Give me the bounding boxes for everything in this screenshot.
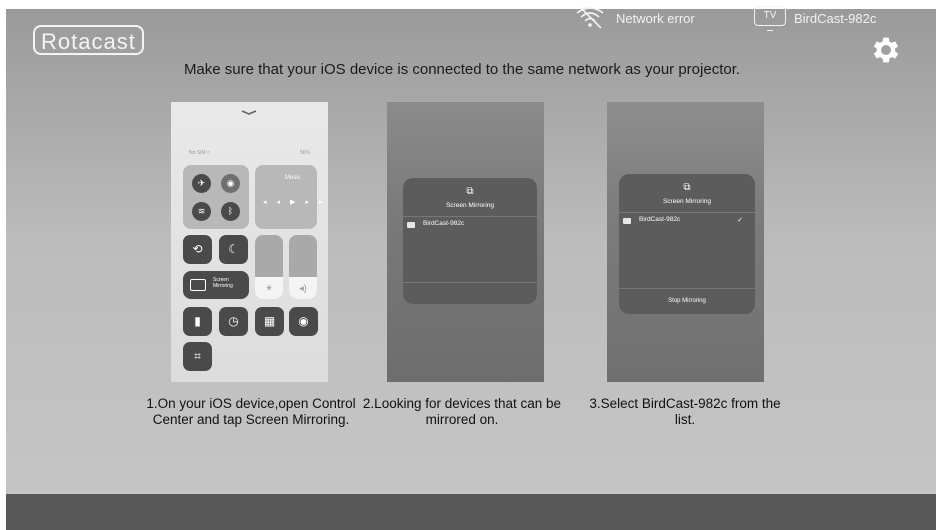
app-logo: Rotacast xyxy=(33,25,144,55)
chevron-down-icon xyxy=(241,110,257,115)
step1-screenshot: No SIM ≈ 56% ✈ ◉ ≋ ᛒ Music ◂◂▶▸▸ ⟲ ☾ ☀ ◂… xyxy=(171,102,328,382)
mirroring-popup: ⧉ Screen Mirroring BirdCast-982c ✓ Stop … xyxy=(619,174,755,314)
stop-mirroring-label: Stop Mirroring xyxy=(668,298,706,304)
music-tile: Music ◂◂▶▸▸ xyxy=(255,165,322,229)
screen-mirroring-tile: Screen Mirroring xyxy=(183,271,249,299)
status-carrier: No SIM ≈ xyxy=(189,150,210,156)
appletv-icon xyxy=(407,222,415,228)
wifi-icon: ≋ xyxy=(192,202,211,221)
step1-caption: 1.On your iOS device,open Control Center… xyxy=(146,396,356,427)
mirroring-icon xyxy=(190,279,206,291)
moon-icon: ☾ xyxy=(219,235,248,264)
appletv-icon xyxy=(623,218,631,224)
wifi-off-icon xyxy=(576,6,604,29)
step2-screenshot: ⧉ Screen Mirroring BirdCast-982c xyxy=(387,102,544,382)
popup-title: Screen Mirroring xyxy=(662,198,712,205)
step3-caption: 3.Select BirdCast-982c from the list. xyxy=(589,396,781,427)
popup-divider xyxy=(619,288,755,290)
connectivity-tile: ✈ ◉ ≋ ᛒ xyxy=(183,165,249,229)
status-bar xyxy=(6,494,936,530)
mirroring-label: Screen Mirroring xyxy=(213,277,233,289)
timer-icon: ◷ xyxy=(219,307,248,336)
popup-divider xyxy=(403,282,537,284)
speaker-icon: ◂) xyxy=(289,277,317,299)
device-row-selected: BirdCast-982c ✓ xyxy=(619,212,755,231)
brightness-slider: ☀ xyxy=(255,235,283,299)
tv-icon: TV xyxy=(754,6,786,31)
cellular-icon: ◉ xyxy=(221,174,240,193)
status-battery: 56% xyxy=(299,150,310,156)
popup-title: Screen Mirroring xyxy=(445,202,495,209)
music-controls: ◂◂▶▸▸ xyxy=(263,199,328,206)
device-name-label: BirdCast-982c xyxy=(794,11,877,26)
device-row: BirdCast-982c xyxy=(403,216,537,235)
mirroring-icon: ⧉ xyxy=(683,182,691,193)
bluetooth-icon: ᛒ xyxy=(221,202,240,221)
mirroring-popup: ⧉ Screen Mirroring BirdCast-982c xyxy=(403,178,537,304)
step3-screenshot: ⧉ Screen Mirroring BirdCast-982c ✓ Stop … xyxy=(607,102,764,382)
calculator-icon: ▦ xyxy=(255,307,284,336)
qr-scan-icon: ⌗ xyxy=(183,342,212,371)
mirroring-icon: ⧉ xyxy=(466,186,474,197)
rotation-lock-icon: ⟲ xyxy=(183,235,212,264)
camera-icon: ◉ xyxy=(289,307,318,336)
network-status: Network error xyxy=(616,11,695,26)
check-icon: ✓ xyxy=(737,217,743,224)
music-label: Music xyxy=(285,175,301,181)
device-name: BirdCast-982c xyxy=(639,216,681,223)
airplane-icon: ✈ xyxy=(192,174,211,193)
instruction-text: Make sure that your iOS device is connec… xyxy=(183,61,741,78)
sun-icon: ☀ xyxy=(255,277,283,299)
flashlight-icon: ▮ xyxy=(183,307,212,336)
device-name: BirdCast-982c xyxy=(423,220,465,227)
step2-caption: 2.Looking for devices that can be mirror… xyxy=(362,396,562,427)
volume-slider: ◂) xyxy=(289,235,317,299)
